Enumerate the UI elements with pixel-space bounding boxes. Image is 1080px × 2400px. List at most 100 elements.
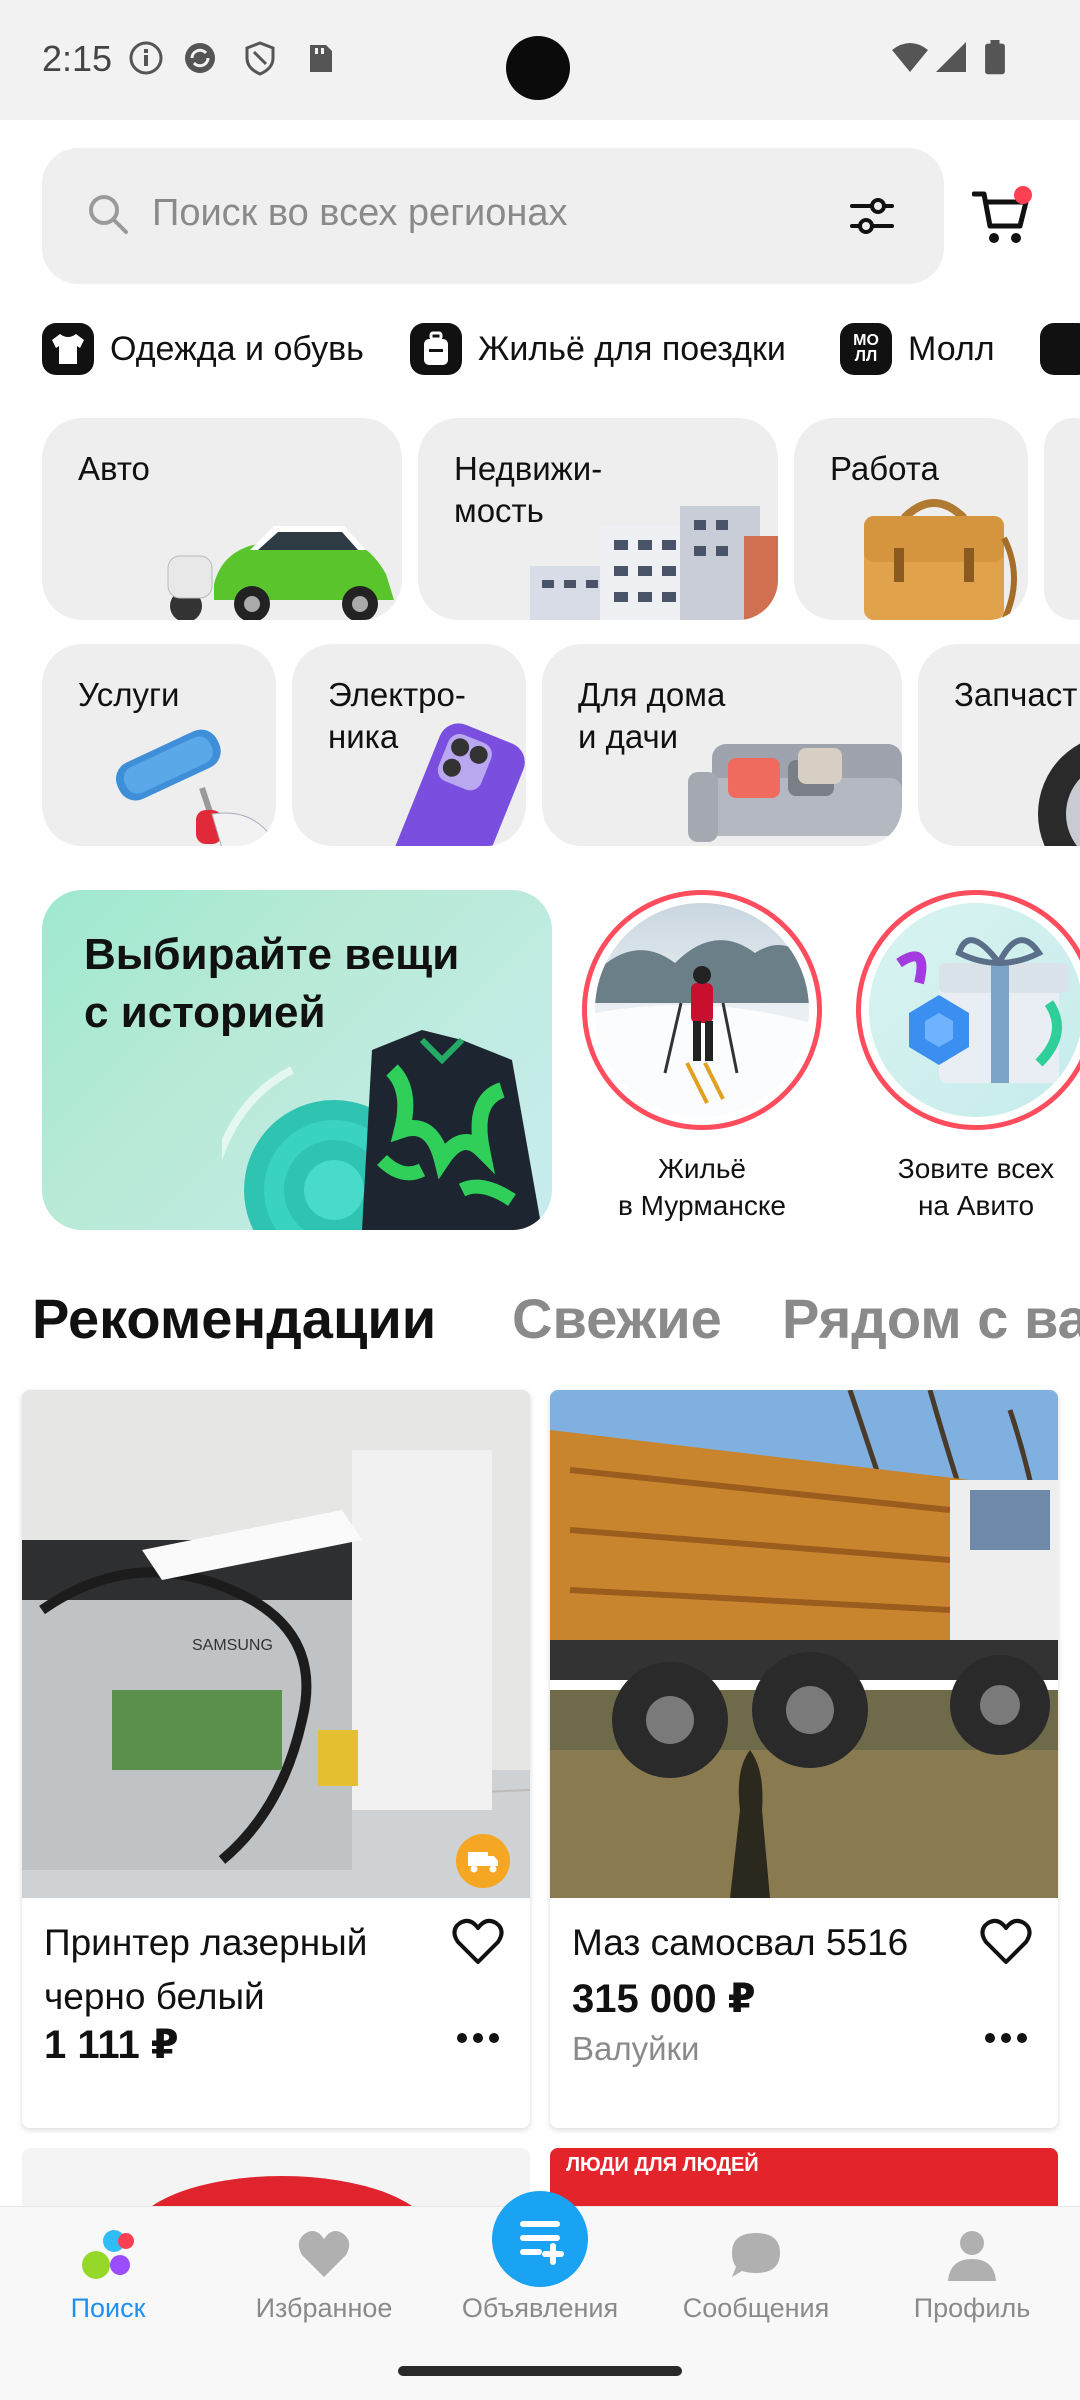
- paint-roller-image: [115, 729, 273, 846]
- search-header: Поиск во всех регионах: [0, 120, 1080, 300]
- sd-card-icon: [310, 45, 332, 72]
- skier-image: [595, 940, 809, 1117]
- promo-banner[interactable]: Выбирайте вещи с историей: [42, 890, 552, 1230]
- category-parts[interactable]: Запчаст: [918, 644, 1080, 846]
- nav-listings-label: Объявления: [461, 2293, 619, 2323]
- category-jobs[interactable]: Работа: [794, 418, 1028, 620]
- front-camera: [506, 36, 570, 100]
- listing-banner-text: ЛЮДИ ДЛЯ ЛЮДЕЙ: [566, 2154, 759, 2176]
- printer-image: SAMSUNG: [22, 1390, 530, 1898]
- nav-listings[interactable]: Объявления: [432, 2191, 648, 2337]
- chip-clothes-label: Одежда и обувь: [110, 329, 364, 368]
- nav-messages-label: Сообщения: [682, 2293, 830, 2323]
- wheel-image: [1038, 743, 1080, 846]
- category-more-row1[interactable]: [1044, 418, 1080, 620]
- listing-card[interactable]: SAMSUNG Принтер лазерный черно белый 1 1…: [22, 1390, 530, 2128]
- category-auto[interactable]: Авто: [42, 418, 402, 620]
- listing-title: Маз самосвал 5516: [572, 1922, 909, 1963]
- tab-fresh[interactable]: Свежие: [512, 1286, 722, 1351]
- category-services-label: Услуги: [78, 676, 180, 713]
- tab-nearby[interactable]: Рядом с ва: [782, 1286, 1080, 1351]
- wifi-icon: [892, 43, 928, 72]
- story-murmansk[interactable]: Жильё в Мурманске: [582, 890, 822, 1224]
- sync-icon: [185, 43, 215, 73]
- mall-icon-text-bottom: ЛЛ: [854, 348, 878, 365]
- listing-photo-partial: [132, 2176, 432, 2208]
- nav-search[interactable]: Поиск: [0, 2207, 216, 2337]
- nav-profile[interactable]: Профиль: [864, 2207, 1080, 2337]
- story-murmansk-caption: Жильё в Мурманске: [618, 1153, 786, 1221]
- truck-icon: [468, 1852, 498, 1873]
- listing-photo: SAMSUNG: [22, 1390, 530, 1898]
- category-electronics[interactable]: Электро- ника: [292, 644, 526, 846]
- search-input[interactable]: Поиск во всех регионах: [42, 148, 944, 284]
- car-image: [167, 526, 394, 620]
- chip-more[interactable]: [1040, 318, 1080, 380]
- filter-icon[interactable]: [848, 194, 896, 238]
- listing-card[interactable]: Маз самосвал 5516 315 000 ₽ Валуйки: [550, 1390, 1058, 2128]
- listing-price: 1 111 ₽: [44, 2023, 179, 2067]
- add-listing-icon: [520, 2221, 564, 2265]
- story-invite-caption: Зовите всех на Авито: [897, 1153, 1055, 1221]
- listing-title: Принтер лазерный черно белый: [44, 1922, 368, 2017]
- nav-messages[interactable]: Сообщения: [648, 2207, 864, 2337]
- favorite-heart-icon[interactable]: [980, 1918, 1032, 1966]
- story-murmansk-ring: [582, 890, 822, 1130]
- more-options-icon[interactable]: [984, 2032, 1028, 2044]
- cart-badge: [1014, 186, 1032, 204]
- delivery-badge: [456, 1834, 510, 1888]
- chip-mall[interactable]: МО ЛЛ Молл: [840, 318, 995, 380]
- info-icon: [129, 41, 163, 75]
- phone-image: [393, 723, 525, 846]
- nav-profile-label: Профиль: [913, 2293, 1031, 2323]
- listing-location: Валуйки: [572, 2030, 700, 2067]
- category-services[interactable]: Услуги: [42, 644, 276, 846]
- add-listing-button[interactable]: [492, 2191, 588, 2287]
- favorite-heart-icon[interactable]: [452, 1918, 504, 1966]
- search-placeholder: Поиск во всех регионах: [152, 192, 568, 234]
- profile-icon: [948, 2231, 996, 2281]
- listing-photo: [550, 1390, 1058, 1898]
- chip-mall-label: Молл: [908, 329, 995, 368]
- tshirt-icon: [42, 323, 94, 375]
- heart-icon: [298, 2231, 350, 2277]
- nav-favorites[interactable]: Избранное: [216, 2207, 432, 2337]
- category-jobs-label: Работа: [830, 450, 939, 487]
- car-icon: [1040, 323, 1080, 375]
- battery-icon: [985, 40, 1005, 75]
- dump-truck-image: [550, 1390, 1058, 1898]
- sofa-image: [688, 744, 902, 842]
- category-auto-label: Авто: [78, 450, 150, 487]
- chip-travel-label: Жильё для поездки: [478, 329, 786, 368]
- buildings-image: [530, 506, 778, 620]
- listing-card-partial[interactable]: [22, 2148, 530, 2208]
- more-options-icon[interactable]: [456, 2032, 500, 2044]
- signal-icon: [936, 42, 966, 72]
- category-realty[interactable]: Недвижи- мость: [418, 418, 778, 620]
- chip-clothes[interactable]: Одежда и обувь: [42, 318, 364, 380]
- svg-text:SAMSUNG: SAMSUNG: [192, 1637, 273, 1654]
- story-invite[interactable]: Зовите всех на Авито: [856, 890, 1080, 1224]
- nav-search-label: Поиск: [70, 2293, 146, 2323]
- story-invite-ring: [856, 890, 1080, 1130]
- listing-price: 315 000 ₽: [572, 1977, 756, 2021]
- gift-image: [896, 937, 1069, 1083]
- home-gesture-bar[interactable]: [398, 2366, 682, 2376]
- quick-chips: Одежда и обувь Жильё для поездки МО ЛЛ М…: [0, 318, 1080, 380]
- bottom-navigation: Поиск Избранное Объявления Сообщения Про…: [0, 2191, 1080, 2337]
- category-home[interactable]: Для дома и дачи: [542, 644, 902, 846]
- suitcase-icon: [410, 323, 462, 375]
- category-parts-label: Запчаст: [954, 676, 1078, 713]
- listing-card-partial[interactable]: ЛЮДИ ДЛЯ ЛЮДЕЙ: [550, 2148, 1058, 2208]
- status-time: 2:15: [42, 38, 113, 79]
- briefcase-image: [864, 499, 1017, 620]
- gesture-area: [0, 2336, 1080, 2400]
- chip-travel-housing[interactable]: Жильё для поездки: [410, 318, 786, 380]
- search-icon: [89, 195, 128, 234]
- chat-icon: [732, 2233, 780, 2277]
- status-bar: 2:15: [0, 0, 1080, 120]
- tab-recommendations[interactable]: Рекомендации: [32, 1286, 436, 1351]
- nav-favorites-label: Избранное: [255, 2293, 393, 2323]
- promo-jacket-image: [222, 1030, 542, 1230]
- mall-icon: МО ЛЛ: [840, 323, 892, 375]
